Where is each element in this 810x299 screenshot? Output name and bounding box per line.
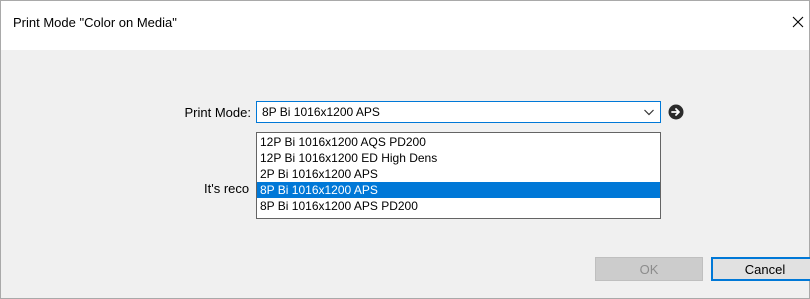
print-mode-option[interactable]: 8P Bi 1016x1200 APS PD200 [257,198,660,214]
print-mode-dropdown-list: 12P Bi 1016x1200 AQS PD200 12P Bi 1016x1… [256,132,661,219]
ok-button[interactable]: OK [595,257,703,281]
close-icon [792,16,804,28]
print-mode-option[interactable]: 12P Bi 1016x1200 AQS PD200 [257,134,660,150]
print-mode-label: Print Mode: [184,105,251,120]
print-mode-selected-value: 8P Bi 1016x1200 APS [262,105,380,119]
title-bar: Print Mode "Color on Media" [1,1,809,50]
arrow-right-circle-icon[interactable] [668,104,684,120]
info-text: It's reco [204,181,250,196]
print-mode-option[interactable]: 12P Bi 1016x1200 ED High Dens [257,150,660,166]
chevron-down-icon [644,109,654,116]
close-button[interactable] [787,8,809,36]
cancel-button[interactable]: Cancel [711,257,810,281]
print-mode-dialog: Print Mode "Color on Media" Print Mode: … [0,0,810,299]
dialog-title: Print Mode "Color on Media" [13,15,177,30]
print-mode-select[interactable]: 8P Bi 1016x1200 APS [256,101,661,123]
print-mode-option[interactable]: 2P Bi 1016x1200 APS [257,166,660,182]
print-mode-option-highlighted[interactable]: 8P Bi 1016x1200 APS [257,182,660,198]
